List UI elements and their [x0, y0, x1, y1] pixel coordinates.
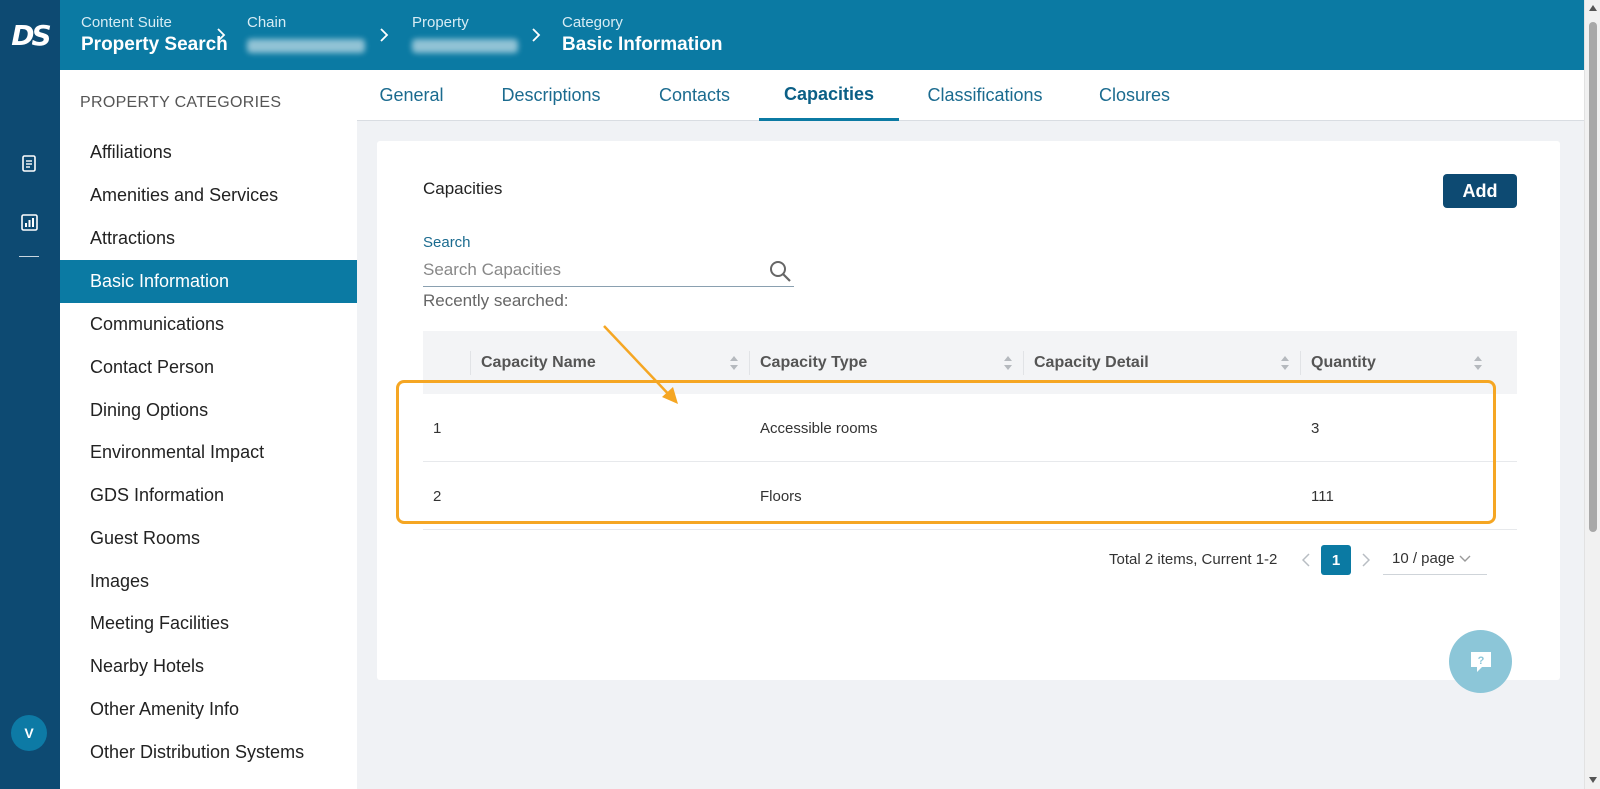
category-item-gds-information[interactable]: GDS Information	[60, 474, 357, 517]
scrollbar-thumb[interactable]	[1589, 22, 1597, 532]
pagination-total: Total 2 items, Current 1-2	[1109, 551, 1278, 568]
category-title: PROPERTY CATEGORIES	[80, 94, 282, 111]
search-icon[interactable]	[768, 259, 792, 283]
column-header-capacity-type[interactable]: Capacity Type	[760, 331, 867, 394]
panel-heading: Capacities	[423, 179, 503, 198]
sort-icon[interactable]	[1003, 355, 1013, 371]
breadcrumb-value: Property Search	[81, 34, 228, 55]
ds-logo[interactable]: DS	[0, 0, 60, 70]
avatar[interactable]: V	[11, 715, 47, 751]
tab-contacts[interactable]: Contacts	[644, 70, 745, 121]
search-field	[423, 255, 794, 287]
breadcrumb-label: Category	[562, 14, 623, 31]
category-item-attractions[interactable]: Attractions	[60, 217, 357, 260]
breadcrumb-content-suite[interactable]: Content Suite Property Search	[81, 14, 228, 58]
cell-capacity-type: Floors	[760, 487, 802, 505]
category-item-environmental-impact[interactable]: Environmental Impact	[60, 431, 357, 474]
rail-divider	[19, 256, 39, 257]
chevron-right-icon	[217, 28, 226, 42]
capacities-panel: Capacities Add Search Recently searched:…	[377, 141, 1560, 680]
column-separator	[470, 351, 471, 375]
chevron-right-icon	[380, 28, 389, 42]
breadcrumb-chain[interactable]: Chain	[247, 14, 365, 58]
column-separator	[749, 351, 750, 375]
column-header-quantity[interactable]: Quantity	[1311, 331, 1376, 394]
category-item-contact-person[interactable]: Contact Person	[60, 346, 357, 389]
page-number-current[interactable]: 1	[1321, 545, 1351, 575]
column-separator	[1023, 351, 1024, 375]
search-label: Search	[423, 234, 471, 251]
row-index: 2	[433, 487, 442, 505]
previous-page-icon[interactable]	[1299, 551, 1313, 569]
tab-closures[interactable]: Closures	[1084, 70, 1185, 121]
capacities-table: Capacity Name Capacity Type Capacity Det…	[423, 331, 1517, 530]
column-header-capacity-name[interactable]: Capacity Name	[481, 331, 596, 394]
help-chat-icon: ?	[1470, 651, 1491, 672]
svg-text:?: ?	[1477, 655, 1484, 667]
app-rail: DS V	[0, 0, 60, 789]
row-index: 1	[433, 419, 442, 437]
category-item-basic-information[interactable]: Basic Information	[60, 260, 357, 303]
breadcrumb-label: Chain	[247, 14, 287, 31]
breadcrumb-label: Content Suite	[81, 14, 172, 31]
category-item-other-distribution-systems[interactable]: Other Distribution Systems	[60, 731, 357, 774]
category-item-amenities[interactable]: Amenities and Services	[60, 174, 357, 217]
document-icon[interactable]	[18, 152, 40, 174]
top-header: Content Suite Property Search Chain Prop…	[60, 0, 1584, 70]
chevron-down-icon	[1459, 555, 1471, 562]
table-row[interactable]: 2 Floors 111	[423, 462, 1517, 530]
cell-quantity: 3	[1311, 419, 1320, 437]
help-chat-button[interactable]: ?	[1449, 630, 1512, 693]
add-button[interactable]: Add	[1443, 174, 1517, 208]
category-item-affiliations[interactable]: Affiliations	[60, 131, 357, 174]
cell-quantity: 111	[1311, 487, 1334, 505]
table-header: Capacity Name Capacity Type Capacity Det…	[423, 331, 1517, 394]
tab-bar: General Descriptions Contacts Capacities…	[357, 70, 1584, 121]
column-header-capacity-detail[interactable]: Capacity Detail	[1034, 331, 1149, 394]
page-scrollbar[interactable]	[1584, 0, 1600, 789]
breadcrumb-property[interactable]: Property	[412, 14, 518, 58]
category-item-meeting-facilities[interactable]: Meeting Facilities	[60, 602, 357, 645]
recently-searched-label: Recently searched:	[423, 291, 569, 310]
cell-capacity-type: Accessible rooms	[760, 419, 878, 437]
table-row[interactable]: 1 Accessible rooms 3	[423, 394, 1517, 462]
breadcrumb-category: Category Basic Information	[562, 14, 722, 58]
category-sidebar: PROPERTY CATEGORIES Affiliations Ameniti…	[60, 70, 357, 789]
tab-general[interactable]: General	[361, 70, 462, 121]
sort-icon[interactable]	[1473, 355, 1483, 371]
category-item-dining-options[interactable]: Dining Options	[60, 389, 357, 432]
chevron-right-icon	[532, 28, 541, 42]
category-item-nearby-hotels[interactable]: Nearby Hotels	[60, 645, 357, 688]
category-item-other-amenity-info[interactable]: Other Amenity Info	[60, 688, 357, 731]
tab-descriptions[interactable]: Descriptions	[487, 70, 615, 121]
logo-text: DS	[11, 18, 51, 52]
chart-icon[interactable]	[18, 211, 40, 233]
breadcrumb-value: Basic Information	[562, 34, 723, 55]
category-item-communications[interactable]: Communications	[60, 303, 357, 346]
search-input[interactable]	[423, 255, 753, 285]
page-size-value: 10 / page	[1392, 550, 1455, 567]
tab-capacities[interactable]: Capacities	[759, 70, 899, 121]
column-separator	[1300, 351, 1301, 375]
scroll-up-icon[interactable]	[1588, 4, 1598, 12]
scroll-down-icon[interactable]	[1588, 776, 1598, 784]
breadcrumb-label: Property	[412, 14, 469, 31]
sort-icon[interactable]	[1280, 355, 1290, 371]
redacted-property-name	[412, 39, 518, 53]
redacted-chain-name	[247, 39, 365, 53]
category-item-images[interactable]: Images	[60, 560, 357, 603]
next-page-icon[interactable]	[1359, 551, 1373, 569]
tab-classifications[interactable]: Classifications	[914, 70, 1056, 121]
sort-icon[interactable]	[729, 355, 739, 371]
category-item-guest-rooms[interactable]: Guest Rooms	[60, 517, 357, 560]
page-size-select[interactable]: 10 / page	[1383, 543, 1487, 575]
